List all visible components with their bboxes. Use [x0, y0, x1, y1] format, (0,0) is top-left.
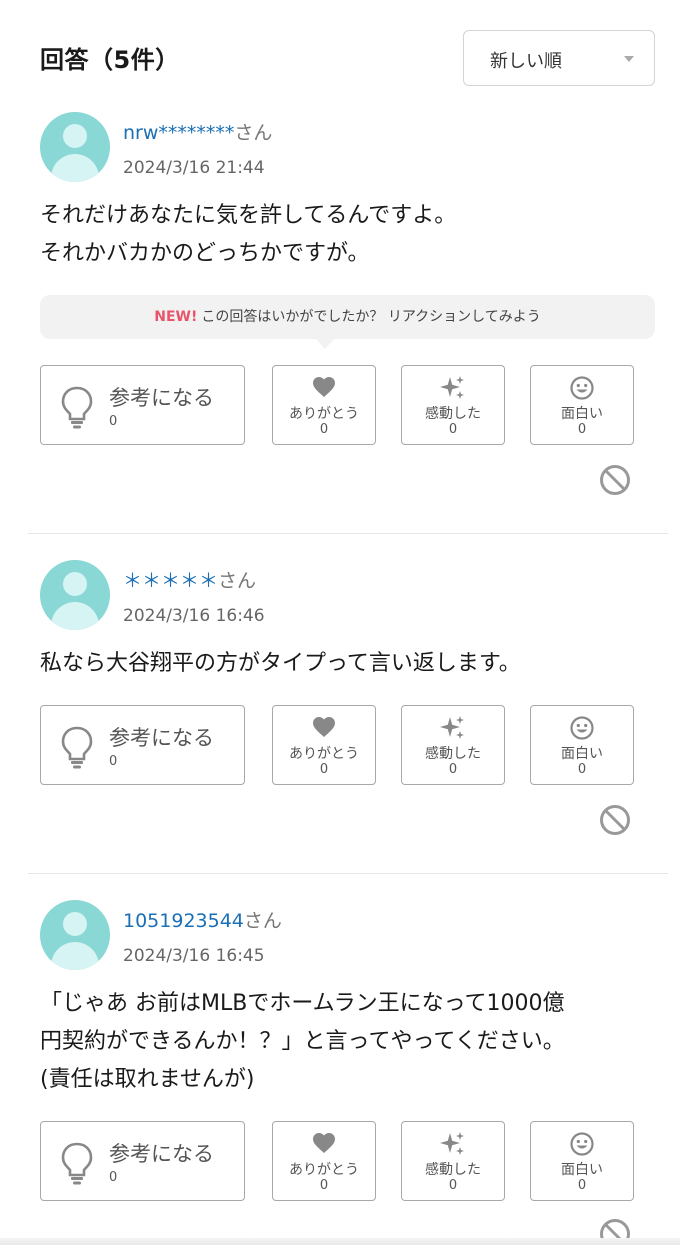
helpful-button[interactable]: 参考になる 0	[40, 705, 245, 785]
reaction-promo-banner: NEW! この回答はいかがでしたか？ リアクションしてみよう	[40, 295, 655, 339]
answer-date: 2024/3/16 16:46	[123, 606, 265, 626]
username-link[interactable]: nrw********	[123, 122, 234, 144]
promo-pointer	[316, 339, 334, 349]
funny-label: 面白い	[561, 746, 603, 762]
answer-date: 2024/3/16 16:45	[123, 946, 265, 966]
thanks-count: 0	[319, 762, 329, 777]
avatar[interactable]	[40, 560, 110, 630]
heart-icon	[313, 1133, 335, 1153]
funny-button[interactable]: 面白い 0	[530, 365, 634, 445]
avatar[interactable]	[40, 900, 110, 970]
answers-count-title: 回答（5件）	[40, 46, 180, 74]
block-icon[interactable]	[599, 804, 631, 836]
funny-button[interactable]: 面白い 0	[530, 1121, 634, 1201]
thanks-button[interactable]: ありがとう 0	[272, 1121, 376, 1201]
answers-header: 回答（5件） 新しい順	[0, 0, 680, 110]
answer-username: 1051923544さん	[123, 906, 282, 933]
smile-icon	[570, 716, 594, 740]
heart-icon	[313, 377, 335, 397]
answer-username: nrw********さん	[123, 118, 272, 145]
sparkle-icon	[440, 376, 464, 399]
sparkle-icon	[440, 1132, 464, 1155]
thanks-count: 0	[319, 422, 329, 437]
lightbulb-icon	[61, 726, 93, 769]
lightbulb-icon	[61, 386, 93, 429]
moved-button[interactable]: 感動した 0	[401, 365, 505, 445]
funny-count: 0	[577, 1178, 587, 1193]
lightbulb-icon	[61, 1142, 93, 1185]
moved-count: 0	[448, 422, 458, 437]
smile-icon	[570, 376, 594, 400]
funny-button[interactable]: 面白い 0	[530, 705, 634, 785]
answer-divider	[28, 873, 668, 874]
helpful-label: 参考になる	[109, 386, 214, 410]
answer-body-line: 私なら大谷翔平の方がタイプって言い返します。	[40, 651, 521, 676]
helpful-button[interactable]: 参考になる 0	[40, 1121, 245, 1201]
answer-body: 「じゃあ お前はMLBでホームラン王になって1000億 円契約ができるんか！？」…	[40, 985, 650, 1099]
answer-body-line: それだけあなたに気を許してるんですよ。	[40, 203, 457, 228]
answer-body: 私なら大谷翔平の方がタイプって言い返します。	[40, 645, 650, 683]
answer-divider	[28, 533, 668, 534]
moved-label: 感動した	[425, 1162, 481, 1178]
answer-body-line: 円契約ができるんか！？」と言ってやってください。	[40, 1029, 565, 1054]
username-link[interactable]: 1051923544	[123, 910, 244, 932]
chevron-down-icon	[624, 56, 634, 62]
moved-button[interactable]: 感動した 0	[401, 1121, 505, 1201]
funny-count: 0	[577, 422, 587, 437]
thanks-label: ありがとう	[289, 406, 359, 422]
answer-body-line: それかバカかのどっちかですが。	[40, 241, 370, 266]
thanks-button[interactable]: ありがとう 0	[272, 365, 376, 445]
thanks-count: 0	[319, 1178, 329, 1193]
answer-body-line: 「じゃあ お前はMLBでホームラン王になって1000億	[40, 991, 565, 1016]
thanks-button[interactable]: ありがとう 0	[272, 705, 376, 785]
helpful-label: 参考になる	[109, 726, 214, 750]
helpful-count: 0	[109, 414, 118, 429]
moved-label: 感動した	[425, 746, 481, 762]
moved-count: 0	[448, 762, 458, 777]
funny-count: 0	[577, 762, 587, 777]
funny-label: 面白い	[561, 1162, 603, 1178]
sort-select[interactable]: 新しい順	[463, 30, 655, 86]
block-icon[interactable]	[599, 464, 631, 496]
moved-count: 0	[448, 1178, 458, 1193]
answer-username: ＊＊＊＊＊さん	[123, 566, 256, 593]
bottom-edge	[0, 1238, 680, 1245]
helpful-label: 参考になる	[109, 1142, 214, 1166]
username-link[interactable]: ＊＊＊＊＊	[123, 570, 218, 592]
helpful-count: 0	[109, 754, 118, 769]
moved-label: 感動した	[425, 406, 481, 422]
honorific: さん	[234, 122, 273, 144]
thanks-label: ありがとう	[289, 746, 359, 762]
sparkle-icon	[440, 716, 464, 739]
thanks-label: ありがとう	[289, 1162, 359, 1178]
smile-icon	[570, 1132, 594, 1156]
funny-label: 面白い	[561, 406, 603, 422]
helpful-count: 0	[109, 1170, 118, 1185]
answer-body-line: (責任は取れませんが)	[40, 1067, 255, 1092]
answer-date: 2024/3/16 21:44	[123, 158, 265, 178]
heart-icon	[313, 717, 335, 737]
avatar[interactable]	[40, 112, 110, 182]
honorific: さん	[243, 910, 282, 932]
new-badge: NEW!	[154, 309, 198, 325]
honorific: さん	[218, 570, 257, 592]
promo-text: この回答はいかがでしたか？ リアクションしてみよう	[201, 309, 541, 325]
answer-body: それだけあなたに気を許してるんですよ。 それかバカかのどっちかですが。	[40, 197, 650, 273]
moved-button[interactable]: 感動した 0	[401, 705, 505, 785]
sort-selected-value: 新しい順	[490, 51, 562, 72]
helpful-button[interactable]: 参考になる 0	[40, 365, 245, 445]
